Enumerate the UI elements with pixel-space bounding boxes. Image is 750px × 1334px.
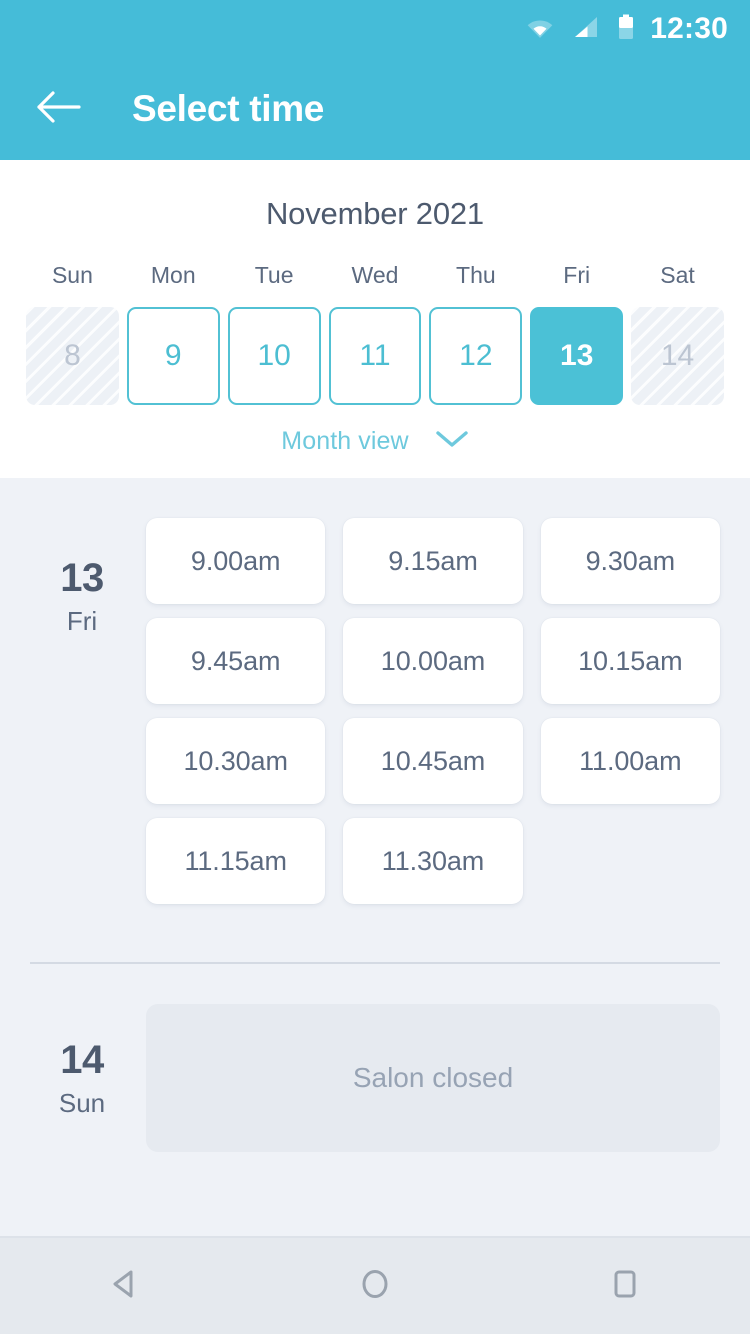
android-navigation-bar [0, 1236, 750, 1334]
calendar-day-9[interactable]: 9 [126, 307, 220, 405]
calendar-day-10[interactable]: 10 [227, 307, 321, 405]
nav-home-circle-icon [355, 1264, 395, 1309]
arrow-left-icon [35, 90, 81, 129]
nav-recents-square-icon [605, 1264, 645, 1309]
nav-recents-button[interactable] [570, 1237, 680, 1334]
calendar-month-title: November 2021 [266, 196, 484, 231]
salon-closed-banner: Salon closed [146, 1004, 720, 1152]
schedule-list[interactable]: 13 Fri 9.00am 9.15am 9.30am 9.45am 10.00… [0, 478, 750, 1236]
schedule-day-label-13: 13 Fri [30, 518, 134, 904]
weekday-label-mon: Mon [150, 262, 196, 288]
time-slot-button[interactable]: 9.45am [146, 618, 326, 704]
schedule-day-name: Fri [66, 606, 98, 636]
calendar-day-12[interactable]: 12 [429, 307, 523, 405]
weekday-label-tue: Tue [254, 262, 294, 288]
schedule-day-number: 14 [60, 1038, 104, 1082]
schedule-day-group-14: 14 Sun Salon closed [0, 964, 750, 1152]
weekday-label-sun: Sun [51, 262, 93, 288]
app-screen: 12:30 Select time November 2021 Sun Mon … [0, 0, 750, 1334]
time-slot-button[interactable]: 11.00am [540, 718, 720, 804]
time-slot-button[interactable]: 11.15am [146, 818, 326, 904]
calendar-card: November 2021 Sun Mon Tue Wed Thu Fri Sa… [0, 160, 750, 478]
wifi-icon [525, 15, 555, 44]
nav-back-triangle-icon [105, 1264, 145, 1309]
status-icon-group [525, 14, 635, 45]
cellular-signal-icon [572, 15, 600, 44]
battery-icon [617, 14, 635, 45]
nav-home-button[interactable] [320, 1237, 430, 1334]
calendar-days-row: 8 9 10 11 12 13 14 [0, 307, 750, 405]
back-button[interactable] [30, 81, 86, 137]
calendar-day-8: 8 [26, 307, 119, 405]
schedule-day-number: 13 [60, 556, 104, 600]
time-slot-grid: 9.00am 9.15am 9.30am 9.45am 10.00am 10.1… [134, 518, 720, 904]
weekday-label-wed: Wed [351, 262, 399, 288]
app-bar: Select time [0, 58, 750, 160]
calendar-day-11[interactable]: 11 [328, 307, 422, 405]
nav-back-button[interactable] [70, 1237, 180, 1334]
schedule-day-label-14: 14 Sun [30, 1004, 134, 1152]
time-slot-button[interactable]: 9.15am [343, 518, 523, 604]
time-slot-button[interactable]: 10.00am [343, 618, 523, 704]
weekday-label-thu: Thu [456, 262, 496, 288]
time-slot-button[interactable]: 10.45am [343, 718, 523, 804]
month-view-label: Month view [281, 427, 409, 455]
weekday-label-sat: Sat [660, 262, 695, 288]
month-view-toggle[interactable]: Month view [0, 427, 750, 456]
weekday-label-fri: Fri [563, 262, 591, 288]
status-bar: 12:30 [0, 0, 750, 58]
calendar-weekday-row: Sun Mon Tue Wed Thu Fri Sat [0, 262, 750, 289]
time-slot-button[interactable]: 9.00am [146, 518, 326, 604]
time-slot-button[interactable]: 11.30am [343, 818, 523, 904]
page-title: Select time [132, 88, 325, 129]
schedule-day-group-13: 13 Fri 9.00am 9.15am 9.30am 9.45am 10.00… [0, 478, 750, 904]
time-slot-button[interactable]: 10.15am [540, 618, 720, 704]
time-slot-button[interactable]: 9.30am [540, 518, 720, 604]
calendar-day-14: 14 [631, 307, 724, 405]
schedule-day-name: Sun [58, 1088, 106, 1118]
calendar-day-13[interactable]: 13 [530, 307, 624, 405]
status-bar-clock: 12:30 [650, 12, 728, 45]
time-slot-button[interactable]: 10.30am [146, 718, 326, 804]
chevron-down-icon [435, 429, 469, 454]
